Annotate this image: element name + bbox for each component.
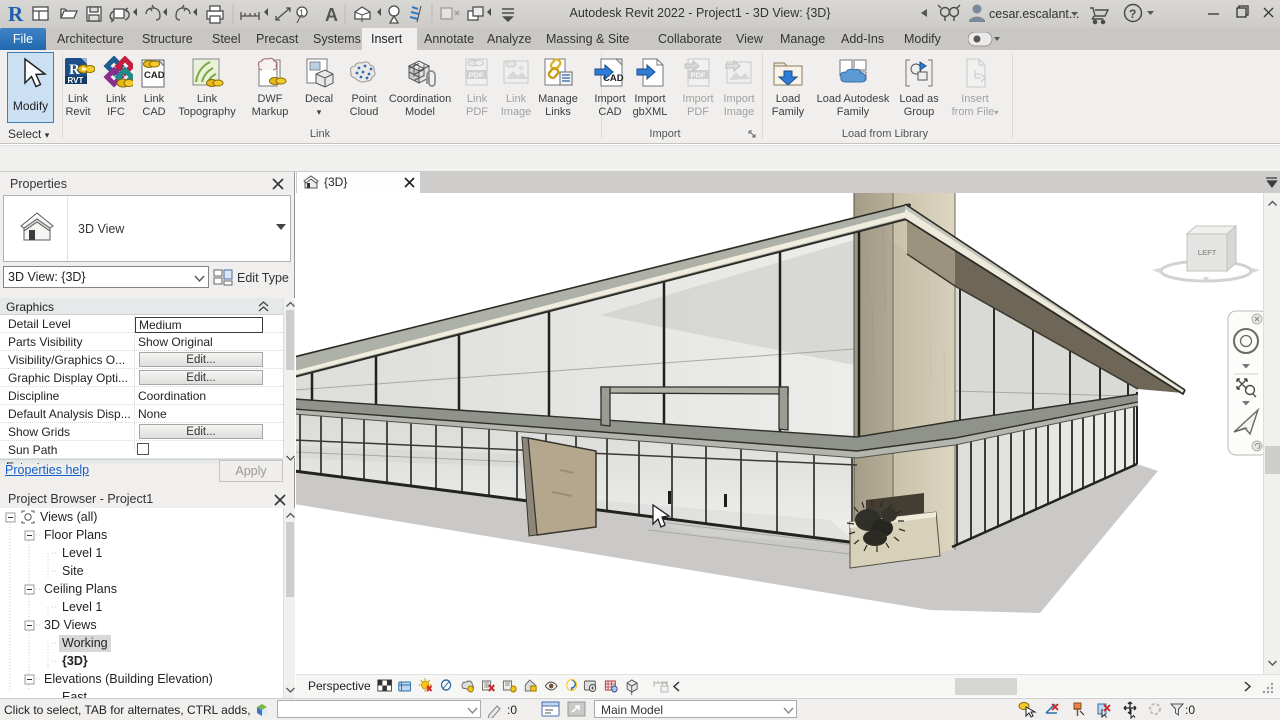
svg-text::0: :0 [1185, 703, 1195, 717]
svg-text:PDF: PDF [691, 71, 706, 80]
svg-text:RVT: RVT [68, 76, 84, 85]
svg-text:?: ? [1129, 7, 1136, 21]
svg-text:cesar.escalant...: cesar.escalant... [989, 7, 1079, 21]
svg-text:R: R [8, 2, 24, 26]
svg-text:PDF: PDF [469, 71, 484, 80]
svg-text:CAD: CAD [144, 70, 165, 81]
svg-text:LEFT: LEFT [1198, 248, 1217, 257]
